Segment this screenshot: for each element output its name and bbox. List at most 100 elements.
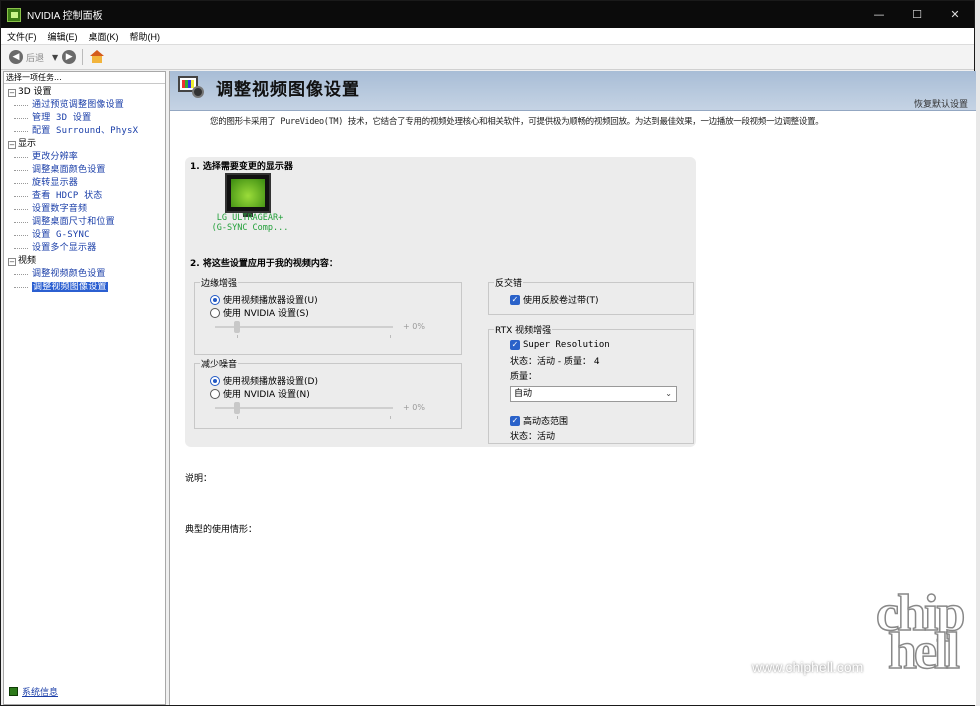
nvidia-control-panel-window: NVIDIA 控制面板 — ☐ ✕ 文件(F) 编辑(E) 桌面(K) 帮助(H… [0,0,976,706]
chiphell-watermark-url: www.chiphell.com [752,659,864,675]
noise-player-label: 使用视频播放器设置(D) [223,377,318,387]
tree-category[interactable]: − 显示 [4,138,165,151]
checkbox-checked-icon[interactable]: ✓ [510,415,520,426]
display-subtitle: (G-SYNC Comp... [211,223,289,233]
back-arrow-icon[interactable]: ◀ [9,50,23,64]
tree-item-label: 调整桌面颜色设置 [32,165,106,175]
menu-help[interactable]: 帮助(H) [130,30,161,43]
super-resolution-checkbox[interactable]: ✓ Super Resolution [510,340,610,350]
super-resolution-status: 状态：活动 - 质量： 4 [510,357,600,367]
tree-item[interactable]: 调整桌面颜色设置 [4,164,165,177]
section-select-display: 1. 选择需要变更的显示器 [190,162,293,172]
display-name: LG ULTRAGEAR+ [216,213,284,223]
menu-edit[interactable]: 编辑(E) [48,30,78,43]
close-button[interactable]: ✕ [936,1,974,28]
super-resolution-label: Super Resolution [523,340,610,350]
back-history-dropdown-icon[interactable]: ▼ [52,53,58,62]
menu-desktop[interactable]: 桌面(K) [89,30,119,43]
tree-item[interactable]: 旋转显示器 [4,177,165,190]
description-label: 说明： [185,474,213,484]
tree-category-label: 显示 [18,139,37,149]
page-header: 调整视频图像设置 恢复默认设置 [170,71,976,111]
edge-slider-value: + 0% [403,322,425,331]
inverse-telecine-checkbox[interactable]: ✓ 使用反胶卷过带(T) [510,293,599,306]
slider-thumb[interactable] [234,402,240,414]
menu-bar: 文件(F) 编辑(E) 桌面(K) 帮助(H) [1,28,974,45]
tree-item[interactable]: 调整视频颜色设置 [4,268,165,281]
tree-item[interactable]: 查看 HDCP 状态 [4,190,165,203]
noise-nvidia-label: 使用 NVIDIA 设置(N) [223,390,310,400]
tree-category[interactable]: −3D 设置 [4,86,165,99]
task-tree: −3D 设置 通过预览调整图像设置 管理 3D 设置 配置 Surround、Phys… [4,84,165,294]
display-monitor-icon[interactable] [225,173,271,217]
radio-selected-icon[interactable] [210,375,220,386]
tree-item-label: 管理 3D 设置 [32,113,92,123]
minimize-button[interactable]: — [860,1,898,28]
collapse-icon[interactable]: − [8,88,16,97]
edge-enhancement-slider[interactable]: + 0% [215,321,430,338]
slider-thumb[interactable] [234,321,240,333]
edge-player-radio[interactable]: 使用视频播放器设置(U) [210,293,318,306]
tree-item-label: 更改分辨率 [32,152,79,162]
tree-item-label: 调整桌面尺寸和位置 [32,217,115,227]
tree-item-label: 通过预览调整图像设置 [32,100,125,110]
system-info-label[interactable]: 系统信息 [22,685,58,698]
chevron-down-icon: ⌄ [665,389,672,398]
quality-select[interactable]: 自动 ⌄ [510,386,677,402]
collapse-icon[interactable]: − [8,140,16,149]
home-icon[interactable] [89,50,105,64]
tree-item[interactable]: 调整视频图像设置 [4,281,165,294]
noise-player-radio[interactable]: 使用视频播放器设置(D) [210,374,318,387]
deinterlacing-legend: 反交错 [494,276,524,289]
task-tree-panel: 选择一项任务... −3D 设置 通过预览调整图像设置 管理 3D 设置 配置 Sur… [3,71,166,705]
checkbox-checked-icon[interactable]: ✓ [510,340,520,350]
noise-reduction-legend: 减少噪音 [200,357,239,370]
tree-item-label: 配置 Surround、PhysX [32,126,139,136]
noise-reduction-slider[interactable]: + 0% [215,402,430,419]
task-tree-header: 选择一项任务... [4,72,165,84]
tree-item-label: 旋转显示器 [32,178,79,188]
tree-item-label: 调整视频颜色设置 [32,269,106,279]
restore-defaults-link[interactable]: 恢复默认设置 [914,97,968,110]
tree-item[interactable]: 配置 Surround、PhysX [4,125,165,138]
tree-item[interactable]: 设置 G-SYNC [4,229,165,242]
quality-label: 质量： [510,372,538,382]
edge-nvidia-label: 使用 NVIDIA 设置(S) [223,309,309,319]
display-label[interactable]: LG ULTRAGEAR+ (G-SYNC Comp... [200,213,300,233]
tree-item-label: 设置 G-SYNC [32,230,90,240]
tree-category[interactable]: − 视频 [4,255,165,268]
tree-item[interactable]: 通过预览调整图像设置 [4,99,165,112]
hdr-label: 高动态范围 [523,417,569,427]
collapse-icon[interactable]: − [8,257,16,266]
window-title: NVIDIA 控制面板 [27,11,103,22]
noise-slider-value: + 0% [403,403,425,412]
toolbar: ◀ 后退 ▼ ▶ [1,45,974,70]
menu-file[interactable]: 文件(F) [7,30,37,43]
hdr-checkbox[interactable]: ✓ 高动态范围 [510,414,568,427]
section-apply-settings: 2. 将这些设置应用于我的视频内容： [190,259,338,269]
forward-arrow-icon[interactable]: ▶ [62,50,77,64]
quality-select-value: 自动 [514,389,533,399]
tree-category-label: 视频 [18,256,37,266]
tree-item[interactable]: 调整桌面尺寸和位置 [4,216,165,229]
radio-selected-icon[interactable] [210,294,220,305]
edge-nvidia-radio[interactable]: 使用 NVIDIA 设置(S) [210,306,309,319]
inverse-telecine-label: 使用反胶卷过带(T) [523,296,599,306]
radio-unselected-icon[interactable] [210,307,220,318]
tree-item-label: 设置数字音频 [32,204,88,214]
content-panel: 调整视频图像设置 恢复默认设置 您的图形卡采用了 PureVideo(TM) 技… [169,71,976,705]
tree-item[interactable]: 管理 3D 设置 [4,112,165,125]
tree-item[interactable]: 更改分辨率 [4,151,165,164]
noise-nvidia-radio[interactable]: 使用 NVIDIA 设置(N) [210,387,310,400]
maximize-button[interactable]: ☐ [898,1,936,28]
radio-unselected-icon[interactable] [210,388,220,399]
back-button-label[interactable]: 后退 [26,51,44,64]
system-info-icon [9,687,18,696]
tree-category-label: 3D 设置 [18,87,52,97]
checkbox-checked-icon[interactable]: ✓ [510,294,520,305]
edge-player-label: 使用视频播放器设置(U) [223,296,318,306]
tree-item[interactable]: 设置数字音频 [4,203,165,216]
system-info-link[interactable]: 系统信息 [9,685,58,698]
edge-enhancement-legend: 边缘增强 [200,276,239,289]
tree-item[interactable]: 设置多个显示器 [4,242,165,255]
